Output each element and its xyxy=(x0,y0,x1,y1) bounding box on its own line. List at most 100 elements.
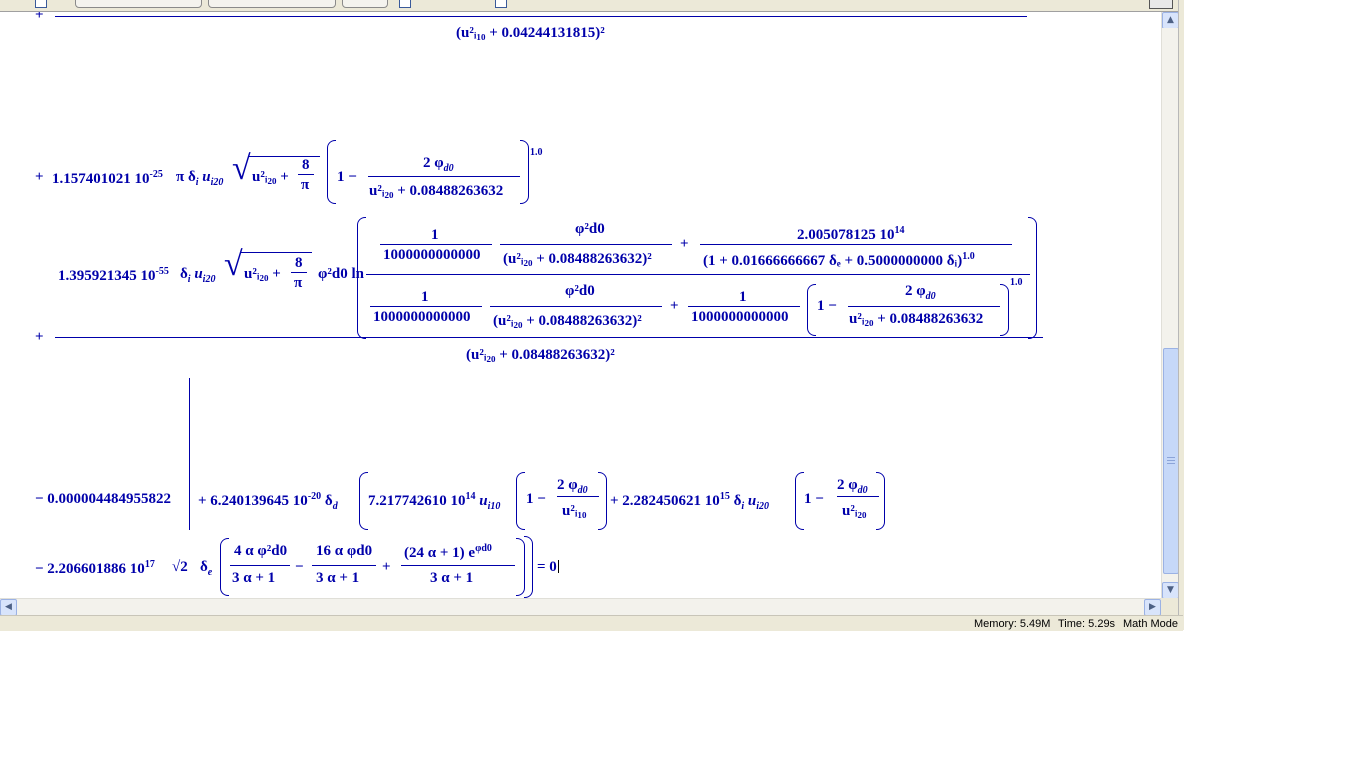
f2-den: 3 α + 1 xyxy=(316,570,360,586)
fraction-bar xyxy=(291,272,307,273)
fraction-bar xyxy=(490,306,662,307)
vertical-scrollbar[interactable]: ▲ ▼ xyxy=(1161,12,1179,599)
inner-num: 2 φd0 xyxy=(423,155,454,174)
sqrt-body: u²ᵢ₂₀ + xyxy=(244,266,281,282)
maple-window: + (u²ᵢ₁₀ + 0.04244131815)² + 1.157401021… xyxy=(0,0,1184,631)
term2-den: (1 + 0.01666666667 δₑ + 0.5000000000 δᵢ)… xyxy=(703,251,975,269)
fraction-bar xyxy=(837,496,879,497)
one-minus: 1 − xyxy=(817,298,837,314)
fraction-bar xyxy=(370,306,482,307)
math-document[interactable]: + (u²ᵢ₁₀ + 0.04244131815)² + 1.157401021… xyxy=(0,12,1161,598)
inner-den: u²ᵢ₂₀ + 0.08488263632 xyxy=(369,183,504,199)
frac-den: π xyxy=(301,177,310,193)
left-paren xyxy=(807,284,816,336)
sqrt-icon: √ xyxy=(224,246,243,283)
scroll-down-icon[interactable]: ▼ xyxy=(1162,582,1179,599)
scroll-right-icon[interactable]: ▶ xyxy=(1144,599,1161,616)
sqrt-bar xyxy=(240,252,312,253)
right-paren xyxy=(876,472,885,530)
fraction-bar xyxy=(700,244,1012,245)
fraction-bar xyxy=(312,565,376,566)
toolbar-button[interactable] xyxy=(342,0,388,8)
f3-num: (24 α + 1) eφd0 xyxy=(404,543,492,561)
left-paren xyxy=(516,472,525,530)
sqrt-body: u²ᵢ₂₀ + xyxy=(252,169,289,185)
right-paren xyxy=(520,140,529,204)
frac-num: 8 xyxy=(295,255,303,271)
f3-den: 3 α + 1 xyxy=(430,570,474,586)
plus-sign: + xyxy=(680,236,689,252)
fraction-bar xyxy=(380,244,492,245)
phi-squared: φ²d0 xyxy=(565,283,595,299)
scroll-thumb[interactable] xyxy=(1163,348,1179,574)
fraction-bar xyxy=(55,337,1043,338)
inner-num: 2 φd0 xyxy=(557,477,588,496)
right-paren xyxy=(524,536,533,598)
right-paren xyxy=(1000,284,1009,336)
grip-line xyxy=(1167,457,1175,458)
sqrt-icon: √ xyxy=(232,150,251,187)
big-number: 1000000000000 xyxy=(373,309,471,325)
fraction-bar xyxy=(55,16,1027,17)
left-paren xyxy=(327,140,336,204)
right-paren xyxy=(598,472,607,530)
fraction-bar xyxy=(230,565,290,566)
constant-term: − 0.000004484955822 xyxy=(35,491,172,507)
plus-sign: + xyxy=(35,169,44,185)
window-edge xyxy=(1178,0,1184,630)
one: 1 xyxy=(421,289,429,305)
den-a: (u²ᵢ₂₀ + 0.08488263632)² xyxy=(503,251,652,267)
den2: u²ᵢ₂₀ xyxy=(842,503,867,519)
horizontal-scrollbar[interactable]: ◀ ▶ xyxy=(0,598,1161,616)
den1: u²ᵢ₁₀ xyxy=(562,503,587,519)
one-minus: 1 − xyxy=(804,491,824,507)
power: 1.0 xyxy=(530,147,543,158)
fraction-bar xyxy=(500,244,672,245)
toolbar-square-icon[interactable] xyxy=(35,0,47,8)
fraction-bar xyxy=(848,306,1000,307)
f1-num: 4 α φ²d0 xyxy=(234,543,288,559)
toolbar-button[interactable] xyxy=(208,0,336,8)
plus-sign: + xyxy=(670,298,679,314)
scroll-left-icon[interactable]: ◀ xyxy=(0,599,17,616)
outer-denominator: (u²ᵢ₂₀ + 0.08488263632)² xyxy=(466,347,615,363)
delta-u: δi ui20 xyxy=(180,266,216,285)
memory-status: Memory: 5.49M xyxy=(974,618,1051,630)
left-paren xyxy=(795,472,804,530)
fraction-bar xyxy=(368,176,520,177)
term-a: 7.217742610 1014 ui10 xyxy=(368,491,501,512)
time-status: Time: 5.29s xyxy=(1058,618,1116,630)
inner-den: u²ᵢ₂₀ + 0.08488263632 xyxy=(849,311,984,327)
coef-r4: + 6.240139645 10-20 δd xyxy=(198,491,338,512)
term2-num: 2.005078125 1014 xyxy=(797,225,905,243)
denominator-r1: (u²ᵢ₁₀ + 0.04244131815)² xyxy=(456,25,605,41)
term-b: + 2.282450621 1015 δi ui20 xyxy=(610,491,770,512)
toolbar-square-icon[interactable] xyxy=(495,0,507,8)
status-bar: Memory: 5.49M Time: 5.29s Math Mode xyxy=(0,615,1183,631)
grip-line xyxy=(1167,460,1175,461)
fraction-bar xyxy=(401,565,515,566)
one: 1 xyxy=(739,289,747,305)
scrollbar-corner xyxy=(1161,598,1178,615)
den-a: (u²ᵢ₂₀ + 0.08488263632)² xyxy=(493,313,642,329)
pi-delta: π δi ui20 xyxy=(176,169,224,188)
fraction-bar xyxy=(298,174,314,175)
phi-squared: φ²d0 xyxy=(575,221,605,237)
window-corner-icon[interactable] xyxy=(1149,0,1173,9)
toolbar-strip xyxy=(0,0,1183,12)
one-minus: 1 − xyxy=(337,169,357,185)
plus-sign: + xyxy=(382,559,391,575)
toolbar-square-icon[interactable] xyxy=(399,0,411,8)
scroll-up-icon[interactable]: ▲ xyxy=(1162,12,1179,29)
plus-sign: + xyxy=(35,12,44,23)
frac-num: 8 xyxy=(302,157,310,173)
inner-num: 2 φd0 xyxy=(837,477,868,496)
coef-r5: − 2.206601886 1017 xyxy=(35,559,155,577)
left-paren xyxy=(220,538,229,596)
left-paren xyxy=(359,472,368,530)
equals-zero: = 0 xyxy=(537,559,557,575)
sqrt2: √2 xyxy=(172,559,188,575)
coef-r2: 1.157401021 10-25 xyxy=(52,169,163,187)
toolbar-button[interactable] xyxy=(75,0,202,8)
delta-e: δe xyxy=(200,559,213,578)
